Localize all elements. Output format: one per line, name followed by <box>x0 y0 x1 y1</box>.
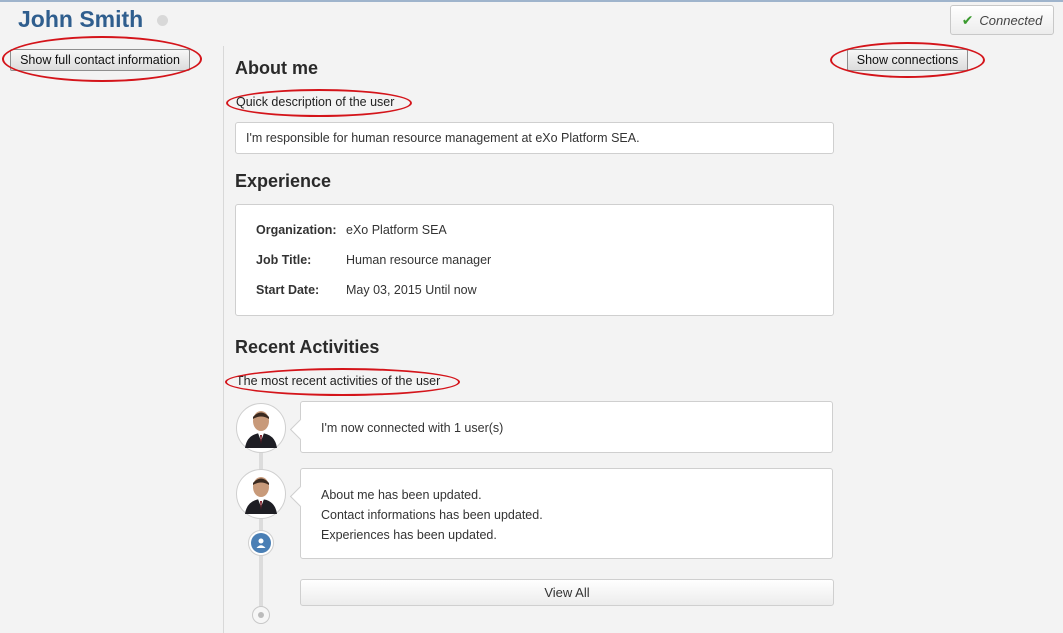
user-glyph-icon <box>256 538 266 548</box>
experience-label: Organization: <box>256 223 337 237</box>
about-text: I'm responsible for human resource manag… <box>246 131 640 145</box>
connected-label: Connected <box>979 12 1043 28</box>
activities-hint: The most recent activities of the user <box>236 374 441 388</box>
show-contact-info-button[interactable]: Show full contact information <box>10 49 190 71</box>
avatar[interactable] <box>236 403 286 453</box>
avatar[interactable] <box>236 469 286 519</box>
experience-value: May 03, 2015 Until now <box>346 283 477 297</box>
check-icon: ✔ <box>961 11 974 28</box>
user-icon-inner <box>251 533 271 553</box>
connected-button[interactable]: ✔ Connected <box>950 5 1054 35</box>
timeline-end-dot <box>258 612 264 618</box>
show-connections-button[interactable]: Show connections <box>847 49 968 71</box>
timeline-end-icon <box>252 606 270 624</box>
activity-text: About me has been updated. <box>321 488 482 502</box>
top-border <box>0 0 1063 2</box>
column-divider <box>223 46 224 633</box>
experience-heading: Experience <box>235 171 332 191</box>
about-box: I'm responsible for human resource manag… <box>235 122 834 154</box>
activity-item[interactable]: I'm now connected with 1 user(s) <box>300 401 833 453</box>
user-icon <box>248 530 274 556</box>
about-heading: About me <box>235 58 318 78</box>
activity-text: Experiences has been updated. <box>321 528 497 542</box>
experience-row-organization: Organization: eXo Platform SEA <box>256 223 447 237</box>
experience-label: Start Date: <box>256 283 320 297</box>
experience-row-start-date: Start Date: May 03, 2015 Until now <box>256 283 477 297</box>
experience-value: eXo Platform SEA <box>346 223 447 237</box>
view-all-button[interactable]: View All <box>300 579 834 606</box>
activity-text: Contact informations has been updated. <box>321 508 543 522</box>
activity-item[interactable]: About me has been updated. Contact infor… <box>300 468 833 559</box>
experience-row-job-title: Job Title: Human resource manager <box>256 253 491 267</box>
about-hint: Quick description of the user <box>236 95 395 109</box>
activities-heading: Recent Activities <box>235 337 380 357</box>
avatar-image <box>245 411 277 448</box>
experience-box: Organization: eXo Platform SEA Job Title:… <box>235 204 834 316</box>
profile-name: John Smith <box>18 6 144 32</box>
experience-value: Human resource manager <box>346 253 492 267</box>
avatar-image <box>245 477 277 514</box>
experience-label: Job Title: <box>256 253 312 267</box>
activity-text: I'm now connected with 1 user(s) <box>321 421 504 435</box>
status-dot-icon <box>157 15 168 26</box>
